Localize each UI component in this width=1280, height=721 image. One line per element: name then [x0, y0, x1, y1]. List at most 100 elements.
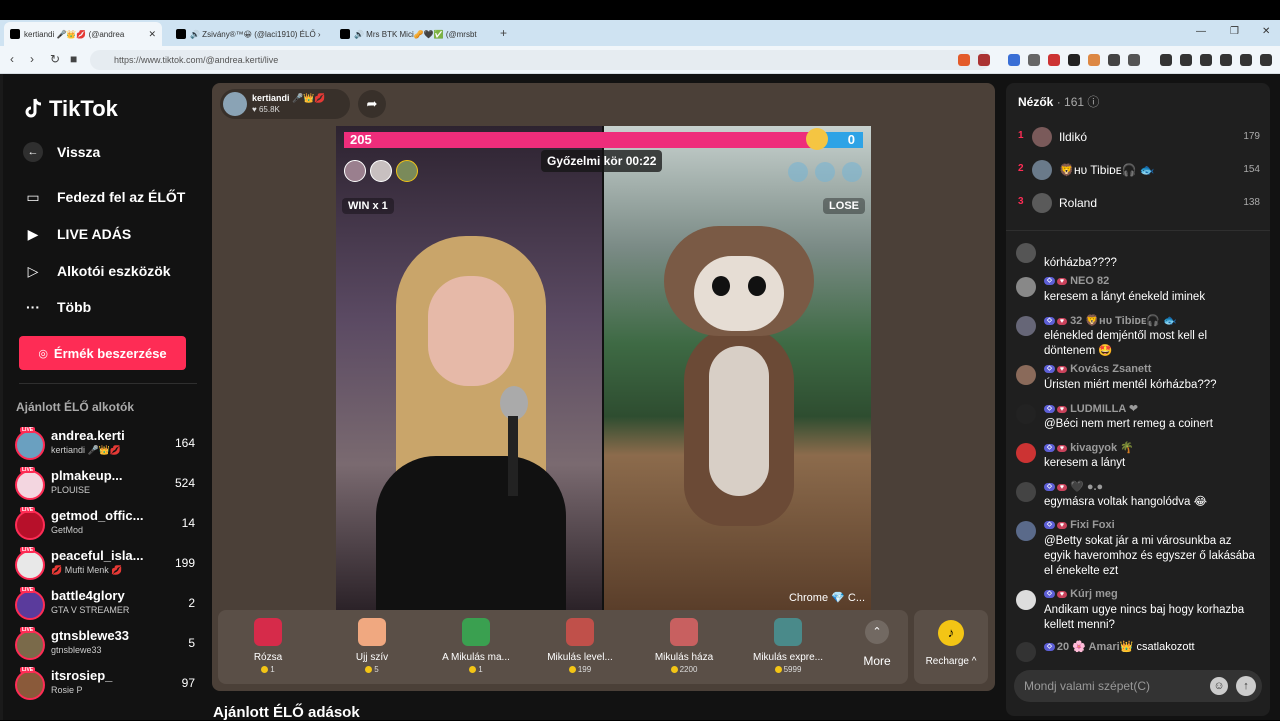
viewer-score: 138 [1243, 197, 1260, 208]
top-viewer-item[interactable]: 1 Ildikó 179 [1018, 125, 1260, 149]
nav-more[interactable]: ··· Több [23, 297, 91, 317]
viewer-count: 97 [181, 676, 195, 690]
music-icon[interactable] [1160, 54, 1172, 66]
message-author: ⬦ ♥ Fixi Foxi [1044, 519, 1115, 531]
send-icon[interactable]: ↑ [1236, 676, 1256, 696]
get-coins-button[interactable]: ◎ Érmék beszerzése [19, 336, 186, 370]
creator-nickname: PLOUISE [51, 485, 91, 495]
creator-item[interactable]: LIVE itsrosiep_ Rosie P 97 [15, 667, 195, 704]
tiktok-logo[interactable]: TikTok [23, 96, 118, 122]
creator-item[interactable]: LIVE gtnsblewe33 gtnsblewe33 5 [15, 627, 195, 664]
host-avatar[interactable] [223, 92, 247, 116]
gift-icon [462, 618, 490, 646]
chat-input[interactable] [1024, 670, 1204, 702]
extension-icon[interactable] [1068, 54, 1080, 66]
gift-item[interactable]: Mikulás háza 2200 [634, 616, 734, 680]
viewer-rank: 2 [1018, 163, 1024, 174]
reload-icon[interactable]: ↻ [50, 52, 60, 66]
creator-item[interactable]: LIVE peaceful_isla... 💋 Mufti Menk 💋 199 [15, 547, 195, 584]
restore-icon[interactable]: ❐ [1230, 26, 1239, 37]
close-window-icon[interactable]: ✕ [1262, 26, 1270, 37]
coin-icon [365, 666, 373, 674]
cat-eye [748, 276, 766, 296]
live-badge: LIVE [20, 627, 36, 633]
leo-ai-icon[interactable] [1220, 54, 1232, 66]
back-link[interactable]: ← Vissza [23, 142, 100, 162]
gift-item[interactable]: Ujj szív 5 [322, 616, 422, 680]
message-avatar [1016, 243, 1036, 263]
browser-tab-3[interactable]: 🔊 Mrs BTK Mici🥜🖤✅ (@mrsbt [334, 22, 492, 46]
live-badge: LIVE [20, 587, 36, 593]
extension-icon[interactable] [1088, 54, 1100, 66]
nav-go-live[interactable]: ▶ LIVE ADÁS [23, 224, 132, 244]
creator-item[interactable]: LIVE getmod_offic... GetMod 14 [15, 507, 195, 544]
bookmark-icon[interactable]: ■ [70, 52, 77, 66]
nav-explore-live[interactable]: ▭ Fedezd fel az ÉLŐT [23, 187, 185, 207]
translate-extension-icon[interactable] [1008, 54, 1020, 66]
top-viewer-item[interactable]: 3 Roland 138 [1018, 191, 1260, 215]
level-badge: ⬦ [1044, 365, 1055, 374]
top-gifter-avatar[interactable] [396, 160, 418, 182]
extension-icon[interactable] [1108, 54, 1120, 66]
minimize-icon[interactable]: — [1196, 26, 1206, 37]
top-gifter-avatar[interactable] [370, 160, 392, 182]
gift-name: Rózsa [253, 652, 283, 663]
extension-icon[interactable] [1128, 54, 1140, 66]
viewer-score: 154 [1243, 164, 1260, 175]
nav-creator-tools[interactable]: ▷ Alkotói eszközök [23, 261, 171, 281]
sidebar-icon[interactable] [1180, 54, 1192, 66]
extension-icon[interactable] [1028, 54, 1040, 66]
level-badge: ⬦ [1044, 521, 1055, 530]
viewer-count: 14 [181, 516, 195, 530]
message-avatar [1016, 277, 1036, 297]
info-icon[interactable]: ⓘ [1087, 95, 1099, 109]
creator-tools-icon: ▷ [27, 262, 39, 279]
vpn-icon[interactable] [1240, 54, 1252, 66]
gift-item[interactable]: Mikulás level... 199 [530, 616, 630, 680]
extension-icon[interactable] [1048, 54, 1060, 66]
viewers-count: 161 [1064, 95, 1085, 109]
close-tab-icon[interactable]: ✕ [148, 29, 156, 40]
browser-tab-2[interactable]: 🔊 Zsivány®™😀 (@laci1910) ÉLŐ › [170, 22, 328, 46]
recharge-button[interactable]: ♪ Recharge ^ [914, 610, 988, 684]
gift-price: 5999 [738, 665, 838, 674]
empty-seat-icon [842, 162, 862, 182]
url-field[interactable]: https://www.tiktok.com/@andrea.kerti/liv… [90, 50, 990, 70]
gift-icon [670, 618, 698, 646]
emoji-icon[interactable]: ☺ [1210, 677, 1228, 695]
coins-button-label: Érmék beszerzése [53, 345, 167, 361]
new-tab-button[interactable]: + [500, 26, 507, 40]
live-video[interactable]: 205 0 Győzelmi kör 00:22 WIN x 1 LOSE Ch… [336, 126, 871, 610]
top-viewer-item[interactable]: 2 🦁ʜᴜ Tibiᴅᴇ🎧 🐟 154 [1018, 158, 1260, 182]
share-icon[interactable]: ➦ [358, 90, 386, 118]
rewards-icon[interactable] [978, 54, 990, 66]
top-gifter-avatar[interactable] [344, 160, 366, 182]
browser-tab-1[interactable]: kertiandi 🎤👑💋 (@andrea ✕ [4, 22, 162, 46]
viewers-header[interactable]: Nézők · 161 ⓘ [1018, 93, 1099, 110]
split-divider [602, 126, 604, 610]
creator-item[interactable]: LIVE battle4glory GTA V STREAMER 2 [15, 587, 195, 624]
wallet-icon[interactable] [1200, 54, 1212, 66]
gift-item[interactable]: A Mikulás ma... 1 [426, 616, 526, 680]
message-avatar [1016, 316, 1036, 336]
message-author: ⬦ ♥ 32 🦁ʜᴜ Tibiᴅᴇ🎧 🐟 [1044, 314, 1177, 327]
gift-price: 199 [530, 665, 630, 674]
more-gifts-button[interactable]: ⌃ More [852, 616, 902, 680]
back-arrow-icon[interactable]: ‹ [10, 52, 14, 66]
host-info[interactable]: kertiandi 🎤👑💋 ♥ 65.8K [220, 89, 350, 119]
gift-item[interactable]: Mikulás expre... 5999 [738, 616, 838, 680]
brave-shield-icon[interactable] [958, 54, 970, 66]
forward-arrow-icon[interactable]: › [30, 52, 34, 66]
level-badge: ⬦ [1044, 643, 1055, 652]
creator-item[interactable]: LIVE plmakeup... PLOUISE 524 [15, 467, 195, 504]
top-black-bar [0, 0, 1280, 20]
menu-icon[interactable] [1260, 54, 1272, 66]
microphone-handle [508, 416, 518, 496]
coin-icon [469, 666, 477, 674]
message-avatar [1016, 521, 1036, 541]
right-score: 0 [847, 132, 855, 147]
creator-nickname: 💋 Mufti Menk 💋 [51, 565, 123, 575]
chat-panel: Nézők · 161 ⓘ 1 Ildikó 179 2 🦁ʜᴜ Tibiᴅᴇ🎧 🐟 15… [1006, 83, 1270, 716]
creator-item[interactable]: LIVE andrea.kerti kertiandi 🎤👑💋 164 [15, 427, 195, 464]
gift-item[interactable]: Rózsa 1 [218, 616, 318, 680]
